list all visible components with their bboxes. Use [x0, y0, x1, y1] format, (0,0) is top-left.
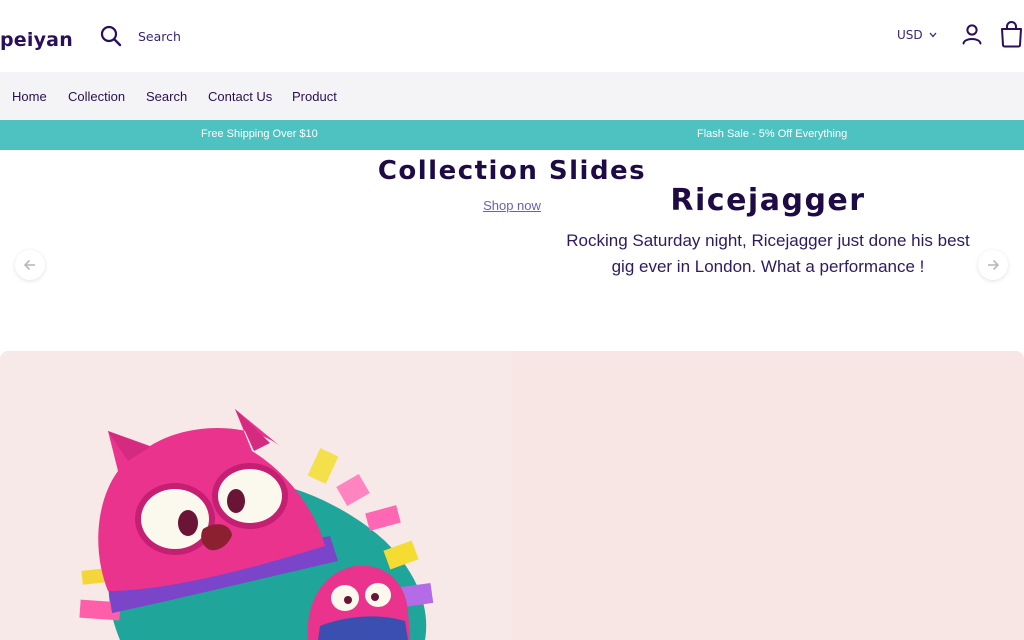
- nav-item-product[interactable]: Product: [292, 89, 337, 104]
- owl-toy-image: [79, 409, 434, 640]
- account-icon[interactable]: [960, 22, 984, 46]
- announcement-flash-sale: Flash Sale - 5% Off Everything: [697, 128, 848, 140]
- site-logo[interactable]: peiyan: [0, 29, 73, 51]
- featured-product-section: [0, 351, 1024, 640]
- main-nav: Home Collection Search Contact Us Produc…: [0, 72, 1024, 120]
- announcement-free-shipping: Free Shipping Over $10: [201, 128, 318, 140]
- feature-heading: Ricejagger: [670, 183, 866, 218]
- slide-prev-button[interactable]: [15, 250, 45, 280]
- currency-value: USD: [897, 28, 923, 42]
- search-link[interactable]: Search: [138, 29, 181, 44]
- announcement-bar: Free Shipping Over $10 Flash Sale - 5% O…: [0, 120, 1024, 150]
- cart-icon[interactable]: [999, 20, 1024, 48]
- feature-description: Rocking Saturday night, Ricejagger just …: [566, 231, 970, 276]
- arrow-left-icon: [23, 259, 35, 271]
- slide-next-button[interactable]: [978, 250, 1008, 280]
- currency-selector[interactable]: USD: [897, 28, 937, 42]
- nav-item-search[interactable]: Search: [146, 89, 187, 104]
- arrow-right-icon: [988, 259, 1000, 271]
- nav-item-collection[interactable]: Collection: [68, 89, 125, 104]
- slideshow-title: Collection Slides: [377, 156, 647, 186]
- search-icon[interactable]: [99, 24, 123, 48]
- site-header: peiyan Search USD: [0, 0, 1024, 72]
- nav-item-contact-us[interactable]: Contact Us: [208, 89, 272, 104]
- feature-image-panel: [0, 351, 512, 640]
- nav-item-home[interactable]: Home: [12, 89, 47, 104]
- chevron-down-icon: [929, 32, 937, 38]
- feature-text-panel: [512, 351, 1024, 640]
